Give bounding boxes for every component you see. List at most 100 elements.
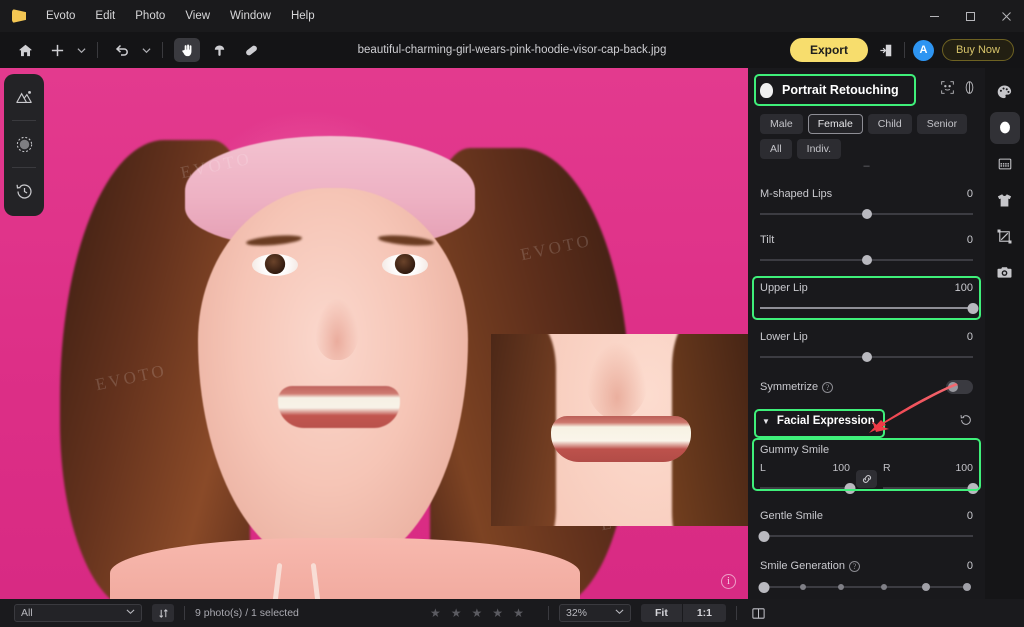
slider-track[interactable]: [760, 481, 856, 495]
step-dot-0[interactable]: [758, 581, 770, 593]
preview-inset[interactable]: [491, 334, 748, 526]
split-view-icon[interactable]: [747, 604, 769, 622]
maximize-button[interactable]: [952, 0, 988, 32]
chip-male[interactable]: Male: [760, 114, 803, 134]
hand-icon[interactable]: [174, 38, 200, 62]
step-dot-4[interactable]: [922, 583, 931, 591]
filter-select[interactable]: All: [14, 604, 142, 622]
star-4[interactable]: ★: [492, 606, 503, 620]
export-preset-icon[interactable]: [876, 40, 896, 60]
chevron-down-icon: ▼: [762, 416, 770, 426]
slider-track[interactable]: [760, 301, 979, 315]
brush-icon[interactable]: [4, 121, 44, 167]
star-2[interactable]: ★: [451, 606, 462, 620]
slider-knob[interactable]: [967, 482, 979, 494]
app-logo-icon: [12, 9, 26, 23]
plus-icon[interactable]: [44, 38, 70, 62]
clone-stamp-icon[interactable]: [206, 38, 232, 62]
crop-icon[interactable]: [990, 220, 1020, 252]
slider-gentle-smile[interactable]: Gentle Smile 0: [748, 510, 985, 543]
fit-button[interactable]: Fit: [641, 604, 682, 622]
chip-female[interactable]: Female: [807, 114, 863, 134]
slider-knob[interactable]: [861, 255, 872, 265]
close-button[interactable]: [988, 0, 1024, 32]
step-dot-1[interactable]: [799, 584, 806, 590]
menu-window[interactable]: Window: [220, 0, 281, 32]
slider-knob[interactable]: [861, 209, 872, 219]
image-adjust-icon[interactable]: [4, 74, 44, 120]
slider-upper-lip[interactable]: Upper Lip 100: [748, 276, 985, 320]
link-icon[interactable]: [856, 469, 877, 488]
chip-child[interactable]: Child: [867, 114, 912, 134]
gummy-smile-left[interactable]: L 100: [760, 462, 856, 495]
stepped-slider-track[interactable]: [758, 580, 973, 594]
gummy-smile-right[interactable]: R 100: [883, 462, 979, 495]
slider-lower-lip[interactable]: Lower Lip 0: [748, 331, 985, 364]
slider-track[interactable]: [760, 253, 973, 267]
slider-smile-generation[interactable]: Smile Generation? 0: [748, 560, 985, 594]
minimize-button[interactable]: [916, 0, 952, 32]
menu-edit[interactable]: Edit: [85, 0, 125, 32]
face-detect-icon[interactable]: [940, 80, 955, 100]
add-chevron-down-icon[interactable]: [73, 38, 89, 62]
home-icon[interactable]: [12, 38, 38, 62]
chevron-down-icon: [126, 607, 135, 619]
slider-track[interactable]: [758, 529, 973, 543]
compare-icon[interactable]: [962, 80, 977, 100]
undo-chevron-down-icon[interactable]: [138, 38, 154, 62]
healing-brush-icon[interactable]: [238, 38, 264, 62]
buy-now-button[interactable]: Buy Now: [941, 39, 1014, 61]
info-icon[interactable]: i: [721, 574, 736, 589]
toolbar-divider-1: [97, 42, 98, 58]
chip-all[interactable]: All: [760, 139, 792, 159]
slider-gummy-smile[interactable]: Gummy Smile L 100 R 100: [748, 438, 985, 495]
sort-icon[interactable]: [152, 604, 174, 622]
section-facial-expression[interactable]: ▼ Facial Expression: [754, 409, 979, 438]
view-controls: 32% Fit 1:1: [548, 604, 769, 622]
star-5[interactable]: ★: [513, 606, 524, 620]
zoom-select[interactable]: 32%: [559, 604, 631, 622]
slider-knob[interactable]: [844, 482, 856, 494]
menu-view[interactable]: View: [175, 0, 220, 32]
slider-m-shaped-lips[interactable]: M-shaped Lips 0: [748, 188, 985, 221]
slider-knob[interactable]: [861, 352, 872, 362]
star-3[interactable]: ★: [472, 606, 483, 620]
slider-knob[interactable]: [967, 302, 979, 314]
history-icon[interactable]: [4, 168, 44, 214]
one-to-one-button[interactable]: 1:1: [681, 604, 726, 622]
photo-canvas[interactable]: EVOTO EVOTO EVOTO EVOTO i: [0, 68, 748, 599]
slider-track[interactable]: [883, 481, 979, 495]
slider-tilt[interactable]: Tilt 0: [748, 234, 985, 267]
reset-icon[interactable]: [959, 413, 973, 430]
chip-individual[interactable]: Indiv.: [796, 139, 841, 159]
slider-track[interactable]: [760, 207, 973, 221]
undo-icon[interactable]: [109, 38, 135, 62]
symmetrize-toggle[interactable]: [946, 380, 973, 394]
star-1[interactable]: ★: [430, 606, 441, 620]
step-dot-2[interactable]: [837, 584, 844, 590]
rating-stars[interactable]: ★ ★ ★ ★ ★: [430, 606, 524, 620]
collapse-handle[interactable]: –: [748, 161, 985, 175]
slider-track[interactable]: [760, 350, 973, 364]
portrait-retouching-icon[interactable]: [989, 112, 1020, 144]
toolbar-divider-2: [162, 42, 163, 58]
portrait-retouching-panel: Portrait Retouching Male Female Child Se…: [748, 68, 985, 599]
info-icon[interactable]: ?: [849, 560, 860, 572]
menu-photo[interactable]: Photo: [125, 0, 175, 32]
clothing-icon[interactable]: [990, 184, 1020, 216]
camera-icon[interactable]: [990, 256, 1020, 288]
slider-knob[interactable]: [758, 530, 770, 542]
avatar[interactable]: A: [912, 39, 934, 61]
color-palette-icon[interactable]: [990, 76, 1020, 108]
chip-senior[interactable]: Senior: [916, 114, 968, 134]
background-icon[interactable]: [990, 148, 1020, 180]
preview-nose: [586, 340, 648, 420]
step-dot-3[interactable]: [880, 584, 887, 590]
export-button[interactable]: Export: [789, 38, 868, 62]
menu-help[interactable]: Help: [281, 0, 325, 32]
step-dot-5[interactable]: [962, 583, 971, 591]
right-module-strip: [985, 68, 1024, 599]
info-icon[interactable]: ?: [822, 381, 834, 393]
slider-label: Upper Lip: [760, 282, 808, 294]
menu-app-name[interactable]: Evoto: [36, 0, 85, 32]
